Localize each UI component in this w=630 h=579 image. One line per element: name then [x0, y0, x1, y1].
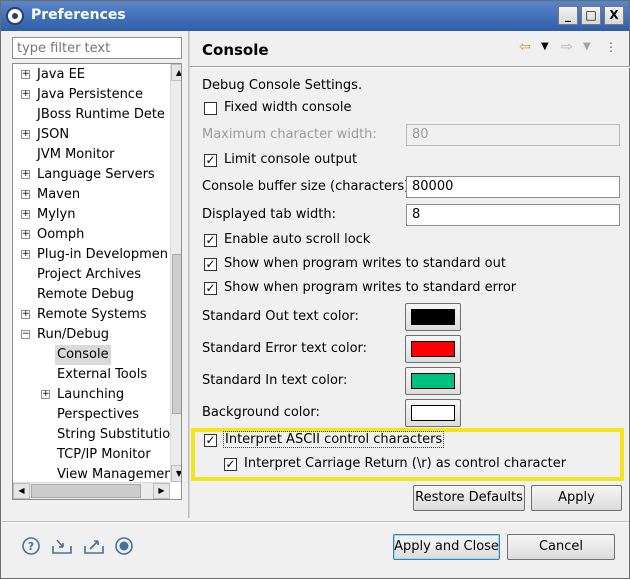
preferences-window: Preferences _ □ X + Java EE + Java Persiste…: [0, 0, 630, 579]
auto-scroll-checkbox[interactable]: ✓: [204, 234, 217, 247]
expand-icon[interactable]: +: [21, 210, 30, 219]
limit-output-checkbox[interactable]: ✓: [204, 154, 217, 167]
tree-item-label: Mylyn: [37, 207, 76, 222]
scroll-left-icon[interactable]: ◀: [13, 483, 30, 499]
page-title: Console: [202, 41, 269, 59]
scroll-thumb-horizontal[interactable]: [31, 484, 141, 498]
apply-and-close-button[interactable]: Apply and Close: [393, 534, 500, 560]
show-out-label[interactable]: Show when program writes to standard out: [224, 256, 506, 271]
view-menu-icon[interactable]: ⋮: [605, 39, 617, 55]
show-out-checkbox[interactable]: ✓: [204, 258, 217, 271]
tab-width-field[interactable]: 8: [406, 204, 620, 226]
panel-divider[interactable]: [188, 31, 190, 518]
scroll-down-icon[interactable]: ▼: [171, 465, 181, 482]
tree-horizontal-scrollbar[interactable]: ◀ ▶: [13, 482, 170, 499]
minimize-button[interactable]: _: [558, 6, 578, 25]
expand-icon[interactable]: +: [21, 310, 30, 319]
import-icon[interactable]: [51, 536, 72, 556]
bg-color-swatch: [411, 405, 455, 421]
window-title: Preferences: [31, 7, 126, 23]
footer-separator: [2, 521, 629, 523]
tree-item-label: Run/Debug: [37, 327, 110, 342]
tree-item-label: Plug-in Developmen: [37, 247, 169, 262]
tab-width-label: Displayed tab width:: [202, 207, 336, 222]
err-color-button[interactable]: [405, 335, 461, 363]
tree-item-label: JSON: [37, 127, 70, 142]
tree-item-label: Maven: [37, 187, 81, 202]
expand-icon[interactable]: +: [21, 90, 30, 99]
preference-tree: + Java EE + Java Persistence JBoss Runtime D…: [12, 63, 182, 500]
buffer-size-field[interactable]: 80000: [406, 176, 620, 198]
expand-icon[interactable]: +: [21, 70, 30, 79]
record-icon[interactable]: [114, 536, 134, 556]
restore-defaults-button[interactable]: Restore Defaults: [413, 485, 525, 511]
buffer-size-label: Console buffer size (characters):: [202, 179, 414, 194]
tree-item-label: Perspectives: [57, 407, 140, 422]
limit-output-label[interactable]: Limit console output: [224, 152, 357, 167]
tree-item-label: JVM Monitor: [37, 147, 115, 162]
header-separator: [190, 66, 630, 68]
out-color-swatch: [411, 309, 455, 325]
auto-scroll-label[interactable]: Enable auto scroll lock: [224, 232, 370, 247]
tree-item-label: Java Persistence: [37, 87, 143, 102]
tree-item-label: Launching: [57, 387, 125, 402]
show-err-checkbox[interactable]: ✓: [204, 282, 217, 295]
tree-item-label: Remote Debug: [37, 287, 135, 302]
back-menu-chevron-icon[interactable]: ▼: [541, 39, 549, 55]
close-button[interactable]: X: [604, 6, 624, 25]
apply-button[interactable]: Apply: [531, 485, 622, 511]
svg-text:?: ?: [28, 540, 34, 553]
expand-icon[interactable]: +: [21, 170, 30, 179]
section-label: Debug Console Settings.: [202, 78, 363, 93]
in-color-swatch: [411, 373, 455, 389]
forward-arrow-icon[interactable]: ⇨: [561, 39, 573, 55]
title-bar[interactable]: Preferences _ □ X: [1, 1, 629, 31]
max-char-width-label: Maximum character width:: [202, 127, 377, 142]
tree-item-label: JBoss Runtime Dete: [37, 107, 165, 122]
err-color-label: Standard Error text color:: [202, 341, 368, 356]
tree-item-label: TCP/IP Monitor: [57, 447, 151, 462]
err-color-swatch: [411, 341, 455, 357]
tree-vertical-scrollbar[interactable]: ▲ ▼: [170, 64, 181, 482]
scroll-up-icon[interactable]: ▲: [171, 64, 181, 81]
tree-item-label: Project Archives: [37, 267, 142, 282]
expand-icon[interactable]: +: [21, 130, 30, 139]
expand-icon[interactable]: +: [41, 390, 50, 399]
interpret-cr-label[interactable]: Interpret Carriage Return (\r) as contro…: [244, 456, 566, 471]
eclipse-icon: [6, 7, 24, 25]
tree-item-label: Console: [55, 345, 111, 365]
show-err-label[interactable]: Show when program writes to standard err…: [224, 280, 516, 295]
bg-color-button[interactable]: [405, 399, 461, 427]
tree-item-label: Language Servers: [37, 167, 155, 182]
tree-item-label: Java EE: [37, 67, 86, 82]
tree-item-label: String Substitutio: [57, 427, 171, 442]
expand-icon[interactable]: +: [21, 250, 30, 259]
collapse-icon[interactable]: −: [21, 330, 30, 339]
forward-menu-chevron-icon[interactable]: ▼: [583, 39, 591, 55]
help-icon[interactable]: ?: [21, 536, 41, 556]
interpret-ascii-checkbox[interactable]: ✓: [204, 434, 217, 447]
max-char-width-field: 80: [406, 124, 620, 146]
scroll-thumb[interactable]: [172, 254, 181, 414]
expand-icon[interactable]: +: [21, 230, 30, 239]
back-arrow-icon[interactable]: ⇦: [519, 39, 531, 55]
interpret-cr-checkbox[interactable]: ✓: [224, 458, 237, 471]
maximize-button[interactable]: □: [581, 6, 601, 25]
filter-input[interactable]: [12, 37, 182, 59]
out-color-button[interactable]: [405, 303, 461, 331]
out-color-label: Standard Out text color:: [202, 309, 359, 324]
cancel-button[interactable]: Cancel: [507, 534, 615, 560]
bg-color-label: Background color:: [202, 405, 320, 420]
fixed-width-label[interactable]: Fixed width console: [224, 100, 351, 115]
fixed-width-checkbox[interactable]: [204, 102, 217, 115]
tree-item-label: Oomph: [37, 227, 85, 242]
in-color-label: Standard In text color:: [202, 373, 348, 388]
export-icon[interactable]: [83, 536, 104, 556]
expand-icon[interactable]: +: [21, 190, 30, 199]
scroll-right-icon[interactable]: ▶: [153, 483, 170, 499]
tree-item-label: Remote Systems: [37, 307, 147, 322]
tree-item-label: External Tools: [57, 367, 148, 382]
in-color-button[interactable]: [405, 367, 461, 395]
interpret-ascii-label[interactable]: Interpret ASCII control characters: [223, 431, 445, 448]
